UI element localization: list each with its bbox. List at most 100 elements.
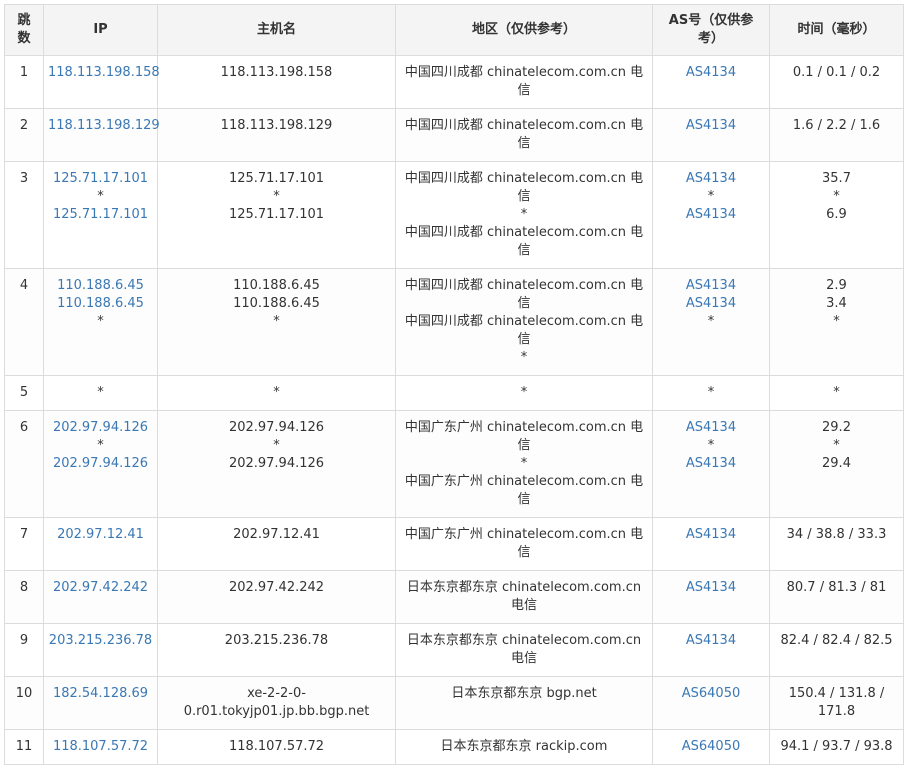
ip-link[interactable]: 203.215.236.78	[48, 632, 153, 650]
hostname-cell: 202.97.42.242	[157, 570, 396, 624]
table-body: 1 118.113.198.158 118.113.198.158 中国四川成都 ch…	[4, 55, 904, 765]
ip-link[interactable]: 202.97.94.126	[48, 419, 153, 437]
hostname-value: 125.71.17.101	[228, 207, 325, 222]
location-cell: 中国四川成都 chinatelecom.com.cn 电信	[395, 108, 653, 162]
hostname-value: 110.188.6.45	[233, 296, 320, 311]
table-row: 10 182.54.128.69 xe-2-2-0-0.r01.tokyjp01.j…	[4, 676, 904, 730]
time-value: *	[833, 438, 840, 453]
asn-link[interactable]: AS4134	[657, 170, 765, 188]
ip-link[interactable]: 182.54.128.69	[48, 685, 153, 703]
ip-link[interactable]: 202.97.12.41	[48, 526, 153, 544]
hostname-cell: 202.97.94.126 * 202.97.94.126	[157, 410, 396, 518]
hop-cell: 1	[4, 55, 44, 109]
asn-cell: AS4134	[652, 570, 770, 624]
asn-link[interactable]: AS4134	[657, 579, 765, 597]
hostname-value: 202.97.94.126	[228, 420, 325, 435]
ip-cell: 118.113.198.158	[43, 55, 160, 109]
time-cell: *	[769, 375, 904, 411]
ip-link[interactable]: 110.188.6.45	[48, 277, 153, 295]
ip-cell: 118.113.198.129	[43, 108, 160, 162]
ip-link[interactable]: 118.113.198.158	[48, 64, 160, 82]
location-cell: 中国广东广州 chinatelecom.com.cn 电信	[395, 517, 653, 571]
asn-link[interactable]: AS4134	[657, 117, 765, 135]
asn-cell: AS4134 * AS4134	[652, 161, 770, 269]
location-cell: 日本东京都东京 chinatelecom.com.cn 电信	[395, 570, 653, 624]
asn-cell: AS4134	[652, 55, 770, 109]
hostname-cell: 110.188.6.45 110.188.6.45 *	[157, 268, 396, 376]
hop-cell: 4	[4, 268, 44, 376]
asn-link[interactable]: AS4134	[657, 277, 765, 295]
hostname-value: *	[273, 385, 280, 400]
asn-link[interactable]: AS64050	[657, 685, 765, 703]
ip-cell: 110.188.6.45 110.188.6.45 *	[43, 268, 158, 376]
hostname-value: 118.113.198.158	[220, 65, 333, 80]
asn-link[interactable]: AS4134	[657, 419, 765, 437]
ip-cell: 202.97.12.41	[43, 517, 158, 571]
ip-link[interactable]: 118.107.57.72	[48, 738, 153, 756]
traceroute-table: 跳数 IP 主机名 地区（仅供参考） AS号（仅供参考） 时间（毫秒） 1 118…	[4, 4, 904, 765]
table-row: 3 125.71.17.101 * 125.71.17.101 125.71.17.10…	[4, 161, 904, 269]
asn-link[interactable]: AS64050	[657, 738, 765, 756]
hop-cell: 2	[4, 108, 44, 162]
ip-link[interactable]: 125.71.17.101	[48, 206, 153, 224]
ip-link[interactable]: 202.97.42.242	[48, 579, 153, 597]
asn-link[interactable]: AS4134	[657, 64, 765, 82]
location-value: 中国四川成都 chinatelecom.com.cn 电信	[404, 225, 644, 258]
location-value: 中国四川成都 chinatelecom.com.cn 电信	[404, 65, 644, 98]
asn-link[interactable]: AS4134	[657, 295, 765, 313]
hop-cell: 6	[4, 410, 44, 518]
asn-value: *	[707, 385, 715, 400]
asn-value: *	[707, 314, 715, 329]
hop-cell: 5	[4, 375, 44, 411]
location-value: 中国四川成都 chinatelecom.com.cn 电信	[404, 278, 644, 311]
location-value: 中国广东广州 chinatelecom.com.cn 电信	[404, 420, 644, 453]
table-row: 1 118.113.198.158 118.113.198.158 中国四川成都 ch…	[4, 55, 904, 109]
hostname-cell: xe-2-2-0-0.r01.tokyjp01.jp.bb.bgp.net	[157, 676, 396, 730]
location-value: 中国四川成都 chinatelecom.com.cn 电信	[404, 118, 644, 151]
time-cell: 29.2 * 29.4	[769, 410, 904, 518]
table-row: 11 118.107.57.72 118.107.57.72 日本东京都东京 rack…	[4, 729, 904, 765]
asn-link[interactable]: AS4134	[657, 632, 765, 650]
time-value: 94.1 / 93.7 / 93.8	[780, 739, 893, 754]
asn-link[interactable]: AS4134	[657, 206, 765, 224]
header-time: 时间（毫秒）	[769, 4, 904, 56]
hostname-value: 125.71.17.101	[228, 171, 325, 186]
ip-value: *	[97, 385, 104, 400]
location-value: 日本东京都东京 rackip.com	[440, 739, 608, 754]
time-value: 82.4 / 82.4 / 82.5	[780, 633, 893, 648]
table-header-row: 跳数 IP 主机名 地区（仅供参考） AS号（仅供参考） 时间（毫秒）	[4, 4, 904, 56]
time-value: 6.9	[826, 207, 847, 222]
asn-link[interactable]: AS4134	[657, 455, 765, 473]
time-value: 29.2	[822, 420, 851, 435]
ip-cell: *	[43, 375, 158, 411]
table-row: 8 202.97.42.242 202.97.42.242 日本东京都东京 china…	[4, 570, 904, 624]
location-cell: 日本东京都东京 rackip.com	[395, 729, 653, 765]
time-value: 34 / 38.8 / 33.3	[786, 527, 887, 542]
location-value: 日本东京都东京 chinatelecom.com.cn 电信	[406, 580, 642, 613]
ip-link[interactable]: 125.71.17.101	[48, 170, 153, 188]
ip-link[interactable]: 118.113.198.129	[48, 117, 160, 135]
hop-cell: 11	[4, 729, 44, 765]
location-value: *	[520, 385, 528, 400]
time-value: 1.6 / 2.2 / 1.6	[792, 118, 881, 133]
ip-link[interactable]: 202.97.94.126	[48, 455, 153, 473]
hostname-value: xe-2-2-0-0.r01.tokyjp01.jp.bb.bgp.net	[183, 686, 370, 719]
time-cell: 82.4 / 82.4 / 82.5	[769, 623, 904, 677]
location-value: 中国广东广州 chinatelecom.com.cn 电信	[404, 527, 644, 560]
location-value: 日本东京都东京 chinatelecom.com.cn 电信	[406, 633, 642, 666]
asn-link[interactable]: AS4134	[657, 526, 765, 544]
time-value: 150.4 / 131.8 / 171.8	[788, 686, 885, 719]
asn-value: *	[707, 438, 715, 453]
asn-cell: AS64050	[652, 729, 770, 765]
header-location: 地区（仅供参考）	[395, 4, 653, 56]
location-value: 中国四川成都 chinatelecom.com.cn 电信	[404, 314, 644, 347]
hop-cell: 8	[4, 570, 44, 624]
time-cell: 150.4 / 131.8 / 171.8	[769, 676, 904, 730]
hostname-value: 202.97.42.242	[228, 580, 325, 595]
traceroute-table-container: 跳数 IP 主机名 地区（仅供参考） AS号（仅供参考） 时间（毫秒） 1 118…	[4, 4, 904, 765]
ip-cell: 182.54.128.69	[43, 676, 158, 730]
header-host: 主机名	[157, 4, 396, 56]
ip-link[interactable]: 110.188.6.45	[48, 295, 153, 313]
hostname-value: 110.188.6.45	[233, 278, 320, 293]
location-value: 日本东京都东京 bgp.net	[451, 686, 597, 701]
